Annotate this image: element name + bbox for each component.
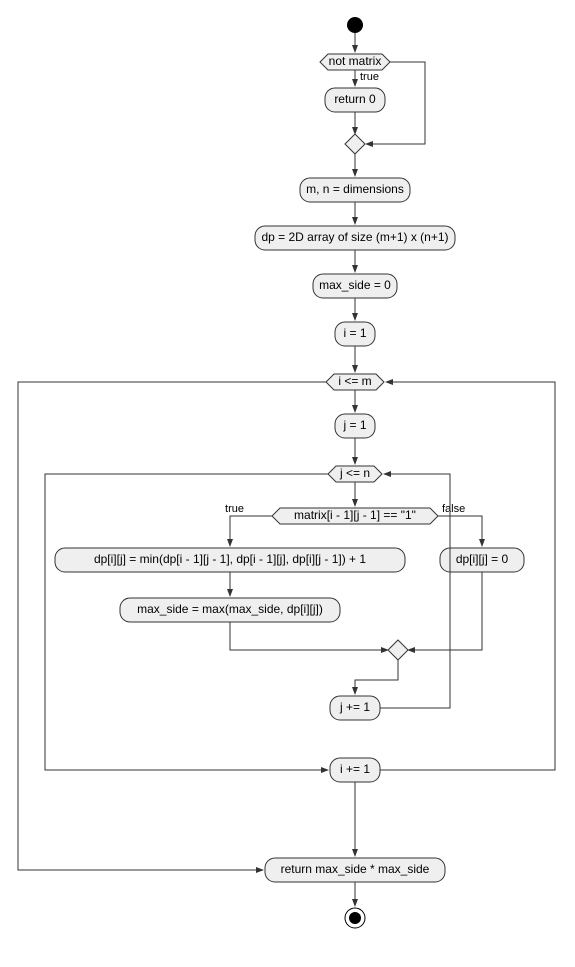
action-label: return max_side * max_side: [281, 862, 430, 876]
action-return-max: return max_side * max_side: [265, 858, 445, 882]
action-label: m, n = dimensions: [306, 182, 404, 196]
action-label: max_side = 0: [319, 278, 391, 292]
decision-j-loop: j <= n: [328, 466, 382, 482]
action-label: j += 1: [339, 700, 370, 714]
decision-matrix-one: matrix[i - 1][j - 1] == "1": [272, 508, 438, 524]
decision-label: not matrix: [329, 54, 382, 68]
action-label: return 0: [334, 92, 376, 106]
decision-label: i <= m: [338, 374, 371, 388]
action-return-0: return 0: [325, 88, 385, 112]
action-dp-init: dp = 2D array of size (m+1) x (n+1): [255, 226, 455, 250]
action-i-inc: i += 1: [330, 758, 380, 782]
edge-label-false: false: [442, 503, 465, 515]
action-j-inc: j += 1: [330, 696, 380, 720]
action-dp-zero: dp[i][j] = 0: [440, 548, 524, 572]
action-dp-min: dp[i][j] = min(dp[i - 1][j - 1], dp[i - …: [55, 548, 405, 572]
action-label: j = 1: [342, 418, 366, 432]
edge-label-true: true: [360, 71, 379, 83]
end-node: [345, 908, 365, 928]
decision-label: j <= n: [339, 466, 370, 480]
action-label: dp[i][j] = min(dp[i - 1][j - 1], dp[i - …: [94, 552, 366, 566]
action-j-init: j = 1: [335, 414, 375, 438]
action-label: max_side = max(max_side, dp[i][j]): [137, 602, 323, 616]
action-label: i += 1: [340, 762, 370, 776]
action-maxside-update: max_side = max(max_side, dp[i][j]): [120, 598, 340, 622]
merge-diamond-1: [345, 134, 365, 154]
merge-diamond-2: [388, 640, 408, 660]
action-label: dp[i][j] = 0: [456, 552, 509, 566]
decision-not-matrix: not matrix: [320, 54, 390, 70]
action-label: dp = 2D array of size (m+1) x (n+1): [261, 230, 448, 244]
decision-label: matrix[i - 1][j - 1] == "1": [294, 508, 416, 522]
action-dimensions: m, n = dimensions: [300, 178, 410, 202]
action-label: i = 1: [343, 326, 366, 340]
edge-label-true: true: [225, 503, 244, 515]
start-node: [347, 17, 363, 33]
flowchart-diagram: not matrix true return 0 m, n = dimensio…: [0, 0, 575, 967]
action-i-init: i = 1: [335, 322, 375, 346]
action-maxside-init: max_side = 0: [313, 274, 397, 298]
decision-i-loop: i <= m: [326, 374, 384, 390]
